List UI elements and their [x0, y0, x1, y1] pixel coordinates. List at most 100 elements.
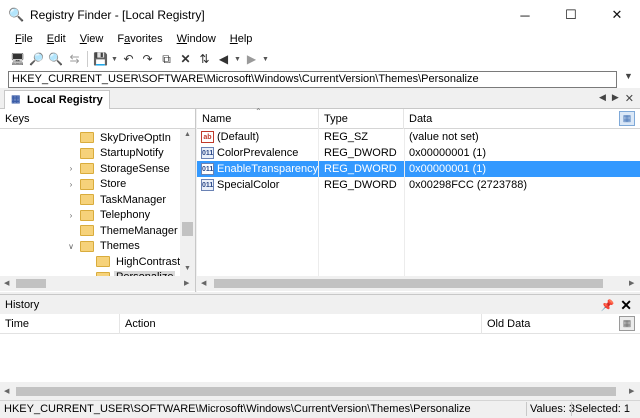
back-dropdown-chevron-icon[interactable]: ▼ [233, 56, 242, 63]
tab-scroll-left-icon[interactable]: ◀ [599, 92, 606, 105]
expand-chevron-icon[interactable]: › [66, 211, 76, 220]
redo-icon[interactable]: ↷ [138, 50, 157, 69]
scroll-right-arrow-icon[interactable]: ▶ [184, 279, 189, 287]
menu-window[interactable]: Window [170, 33, 223, 45]
menu-bar: File Edit View Favorites Window Help [0, 30, 640, 48]
scroll-left-arrow-icon[interactable]: ◀ [4, 387, 9, 395]
pin-icon[interactable]: 📌 [601, 299, 615, 312]
copy-icon[interactable]: ⧉ [157, 50, 176, 69]
status-selected-count: Selected: 1 [575, 403, 631, 415]
tree-item[interactable]: ∨ Themes [66, 239, 142, 255]
find-icon[interactable]: 🔎 [27, 50, 46, 69]
delete-icon[interactable]: ✕ [176, 50, 195, 69]
replace-icon[interactable]: ⇆ [65, 50, 84, 69]
value-row[interactable]: 011 ColorPrevalence REG_DWORD 0x00000001 (1… [197, 145, 640, 161]
forward-dropdown-chevron-icon[interactable]: ▼ [261, 56, 270, 63]
scroll-left-arrow-icon[interactable]: ◀ [4, 279, 9, 287]
value-row[interactable]: ab (Default) REG_SZ (value not set) [197, 129, 640, 145]
tree-item[interactable]: › StorageSense [66, 161, 172, 177]
expand-chevron-icon[interactable]: › [66, 180, 76, 189]
menu-favorites[interactable]: Favorites [110, 33, 169, 45]
registry-key-tree[interactable]: SkyDriveOptIn StartupNotify › StorageSense ›… [0, 129, 180, 276]
value-name: EnableTransparency [217, 163, 319, 175]
column-time-header[interactable]: Time [0, 314, 120, 334]
column-action-header[interactable]: Action [120, 314, 482, 334]
connect-icon[interactable]: 🖥 [8, 50, 27, 69]
keys-vertical-scrollbar[interactable]: ▲ ▼ [180, 129, 195, 276]
tab-scroll-right-icon[interactable]: ▶ [612, 92, 619, 105]
menu-help[interactable]: Help [223, 33, 260, 45]
column-data-header[interactable]: Data [404, 109, 604, 129]
refresh-icon[interactable]: ⇅ [195, 50, 214, 69]
search-icon[interactable]: 🔍 [46, 50, 65, 69]
binary-value-icon: 011 [201, 163, 214, 175]
maximize-button[interactable]: ☐ [548, 0, 594, 30]
tree-item[interactable]: › Store [66, 177, 128, 193]
menu-edit[interactable]: Edit [40, 33, 73, 45]
status-values-count: Values: 3 [530, 403, 576, 415]
values-horizontal-scroll-thumb[interactable] [214, 279, 603, 288]
column-divider [318, 129, 319, 276]
tree-item-label: Themes [100, 240, 140, 253]
folder-icon [80, 240, 94, 252]
scroll-left-arrow-icon[interactable]: ◀ [201, 279, 206, 287]
value-data: 0x00000001 (1) [409, 147, 487, 159]
value-row[interactable]: 011 EnableTransparency REG_DWORD 0x00000001… [197, 161, 640, 177]
history-horizontal-scroll-thumb[interactable] [16, 387, 616, 396]
back-icon[interactable]: ◀ [214, 50, 233, 69]
toolbar: 🖥 🔎 🔍 ⇆ 💾 ▼ ↶ ↷ ⧉ ✕ ⇅ ◀ ▼ ▶ ▼ [0, 48, 640, 70]
keys-pane-header: Keys [0, 109, 195, 129]
menu-file[interactable]: File [8, 33, 40, 45]
tab-close-icon[interactable]: ✕ [625, 92, 634, 105]
registry-icon: ▦ [11, 94, 21, 105]
tree-item[interactable]: TaskManager [66, 192, 168, 208]
tree-item-label: Telephony [100, 209, 151, 222]
keys-horizontal-scroll-thumb[interactable] [16, 279, 46, 288]
registry-finder-app-icon: 🔍 [8, 7, 25, 22]
sort-ascending-icon: ⌃ [255, 107, 262, 116]
minimize-button[interactable]: ─ [502, 0, 548, 30]
view-mode-grid-icon[interactable]: ▦ [619, 111, 635, 126]
history-panel-header: History [0, 294, 640, 314]
tree-item[interactable]: HighContrast [82, 254, 180, 270]
expand-chevron-icon[interactable]: › [66, 164, 76, 173]
tree-item-label: HighContrast [116, 255, 180, 268]
status-divider [526, 402, 527, 416]
forward-icon[interactable]: ▶ [242, 50, 261, 69]
menu-view[interactable]: View [73, 33, 111, 45]
value-name: ColorPrevalence [217, 147, 299, 159]
value-data: (value not set) [409, 131, 479, 143]
scroll-right-arrow-icon[interactable]: ▶ [629, 279, 634, 287]
close-panel-icon[interactable]: ✕ [620, 297, 632, 314]
scroll-up-arrow-icon[interactable]: ▲ [184, 131, 191, 138]
undo-icon[interactable]: ↶ [119, 50, 138, 69]
address-dropdown-chevron-icon[interactable]: ▼ [624, 71, 633, 81]
scroll-down-arrow-icon[interactable]: ▼ [184, 265, 191, 272]
history-panel-controls: 📌 ✕ [601, 297, 632, 314]
keys-vertical-scroll-thumb[interactable] [182, 222, 193, 236]
save-dropdown-chevron-icon[interactable]: ▼ [110, 56, 119, 63]
value-row[interactable]: 011 SpecialColor REG_DWORD 0x00298FCC (2723… [197, 177, 640, 193]
tree-item[interactable]: StartupNotify [66, 146, 166, 162]
column-type-header[interactable]: Type [319, 109, 404, 129]
history-view-mode-icon[interactable]: ▦ [619, 316, 635, 331]
close-button[interactable]: ✕ [594, 0, 640, 30]
value-type: REG_DWORD [324, 179, 397, 191]
save-icon[interactable]: 💾 [91, 50, 110, 69]
tab-label: Local Registry [27, 94, 103, 106]
tree-item[interactable]: ThemeManager [66, 223, 180, 239]
tree-item-label: StorageSense [100, 162, 170, 175]
value-type: REG_SZ [324, 131, 369, 143]
address-input[interactable]: HKEY_CURRENT_USER\SOFTWARE\Microsoft\Win… [8, 71, 617, 88]
column-name-header[interactable]: Name ⌃ [197, 107, 319, 129]
column-old-data-header[interactable]: Old Data [482, 314, 612, 334]
tree-item[interactable]: › Telephony [66, 208, 152, 224]
tree-item[interactable]: SkyDriveOptIn [66, 130, 173, 146]
folder-icon [80, 209, 94, 221]
scroll-right-arrow-icon[interactable]: ▶ [629, 387, 634, 395]
tab-local-registry[interactable]: ▦ Local Registry [4, 90, 110, 109]
tab-controls: ◀ ▶ ✕ [599, 92, 634, 105]
tree-item-label: StartupNotify [100, 147, 164, 160]
value-type: REG_DWORD [324, 147, 397, 159]
collapse-chevron-icon[interactable]: ∨ [66, 242, 76, 251]
